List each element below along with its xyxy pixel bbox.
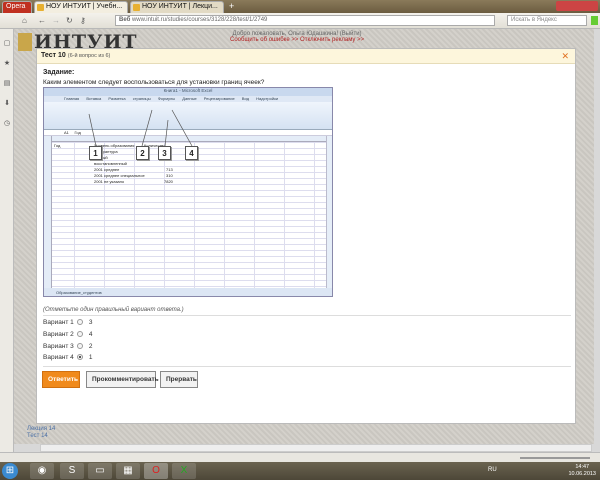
question-counter: (6-й вопрос из 6) xyxy=(67,53,111,59)
option-value: 4 xyxy=(88,331,93,338)
instruction-text: (Отметьте один правильный вариант ответа… xyxy=(43,307,184,313)
option-1[interactable]: Вариант 1 3 xyxy=(43,319,92,326)
tab-intuit-test[interactable]: НОУ ИНТУИТ | Учебн... xyxy=(34,1,128,13)
home-icon[interactable]: ⌂ xyxy=(22,16,27,25)
option-value: 1 xyxy=(88,354,93,361)
abort-button[interactable]: Прервать xyxy=(160,371,198,388)
radio-option-2[interactable] xyxy=(76,331,83,338)
window-controls[interactable] xyxy=(556,1,598,11)
url-input[interactable]: Веб www.intuit.ru/studies/courses/3128/2… xyxy=(115,15,495,26)
zoom-slider[interactable] xyxy=(520,457,590,459)
option-value: 3 xyxy=(88,319,93,326)
option-2[interactable]: Вариант 2 4 xyxy=(43,331,92,338)
url-text: www.intuit.ru/studies/courses/3128/228/t… xyxy=(131,17,268,23)
page-links: Лекция 14 Тест 14 xyxy=(27,426,55,440)
key-icon[interactable]: ⚷ xyxy=(80,16,86,25)
favicon-icon xyxy=(133,4,140,11)
option-3[interactable]: Вариант 3 2 xyxy=(43,343,92,350)
callout-2: 2 xyxy=(136,146,149,160)
answer-button[interactable]: Ответить xyxy=(42,371,80,388)
divider xyxy=(43,315,571,316)
radio-option-3[interactable] xyxy=(76,343,83,350)
callout-1: 1 xyxy=(89,146,102,160)
windows-taskbar: ⊞ ◉ S ▭ ▦ O X RU 14:47 10.06.2013 xyxy=(0,462,600,480)
opera-menu-button[interactable]: Opera xyxy=(2,1,32,13)
back-icon[interactable]: ← xyxy=(38,16,46,25)
task-label: Задание: xyxy=(43,69,75,76)
horizontal-scrollbar[interactable] xyxy=(40,444,592,452)
address-prefix: Веб xyxy=(119,17,131,23)
search-input[interactable]: Искать в Яндекс xyxy=(507,15,587,26)
new-tab-button[interactable]: + xyxy=(229,1,234,11)
link-lecture-14[interactable]: Лекция 14 xyxy=(27,426,55,433)
date: 10.06.2013 xyxy=(568,471,596,477)
callout-3: 3 xyxy=(158,146,171,160)
callout-lines xyxy=(88,109,193,147)
radio-option-1[interactable] xyxy=(76,319,83,326)
tab-label: НОУ ИНТУИТ | Учебн... xyxy=(46,3,123,10)
reload-icon[interactable]: ↻ xyxy=(66,16,73,25)
downloads-icon[interactable]: ⬇ xyxy=(3,99,11,107)
bookmarks-icon[interactable]: ★ xyxy=(3,59,11,67)
option-label: Вариант 3 xyxy=(43,343,74,350)
skype-icon[interactable]: S xyxy=(60,463,84,479)
speed-dial-icon[interactable]: ▢ xyxy=(3,39,11,47)
modal-title: Тест 10 xyxy=(41,52,66,59)
start-button[interactable]: ⊞ xyxy=(2,463,18,479)
logo-emblem xyxy=(18,33,32,51)
history-icon[interactable]: ◷ xyxy=(3,119,11,127)
chrome-icon[interactable]: ◉ xyxy=(30,463,54,479)
tab-intuit-lecture[interactable]: НОУ ИНТУИТ | Лекци... xyxy=(130,1,224,13)
question-image-excel: Книга1 - Microsoft Excel Главная Вставка… xyxy=(43,87,333,297)
browser-sidebar: ▢ ★ ▤ ⬇ ◷ xyxy=(0,29,14,452)
language-indicator[interactable]: RU xyxy=(488,467,497,473)
option-value: 2 xyxy=(88,343,93,350)
link-test-14[interactable]: Тест 14 xyxy=(27,433,55,440)
browser-status-bar xyxy=(0,452,600,462)
option-label: Вариант 1 xyxy=(43,319,74,326)
browser-tab-bar: Opera НОУ ИНТУИТ | Учебн... НОУ ИНТУИТ |… xyxy=(0,0,600,13)
test-modal: Тест 10 (6-й вопрос из 6) ✕ Задание: Как… xyxy=(36,48,576,424)
clock[interactable]: 14:47 10.06.2013 xyxy=(568,464,596,478)
header-links[interactable]: Сообщить об ошибке >> Отключить рекламу … xyxy=(230,37,364,43)
time: 14:47 xyxy=(575,464,590,470)
tab-label: НОУ ИНТУИТ | Лекци... xyxy=(142,3,218,10)
radio-option-4[interactable] xyxy=(76,354,83,361)
callout-4: 4 xyxy=(185,146,198,160)
favicon-icon xyxy=(37,4,44,11)
modal-header: Тест 10 (6-й вопрос из 6) ✕ xyxy=(37,49,575,64)
excel-icon[interactable]: X xyxy=(172,463,196,479)
opera-icon[interactable]: O xyxy=(144,463,168,479)
excel-sheet-tabs: Образование_студентов xyxy=(44,288,332,296)
explorer-icon[interactable]: ▭ xyxy=(88,463,112,479)
notes-icon[interactable]: ▤ xyxy=(3,79,11,87)
site-header-text: Добро пожаловать, Ольга Юдашкина! (Выйти… xyxy=(230,31,364,43)
signal-icon xyxy=(591,16,598,25)
close-icon[interactable]: ✕ xyxy=(561,51,569,62)
question-text: Каким элементом следует воспользоваться … xyxy=(43,79,265,86)
address-bar-row: ⌂ ← → ↻ ⚷ Веб www.intuit.ru/studies/cour… xyxy=(0,13,600,29)
divider xyxy=(43,366,571,367)
forward-icon[interactable]: → xyxy=(52,16,60,25)
comment-button[interactable]: Прокомментировать xyxy=(86,371,159,388)
option-4[interactable]: Вариант 4 1 xyxy=(43,354,92,361)
option-label: Вариант 4 xyxy=(43,354,74,361)
option-label: Вариант 2 xyxy=(43,331,74,338)
app-icon[interactable]: ▦ xyxy=(116,463,140,479)
